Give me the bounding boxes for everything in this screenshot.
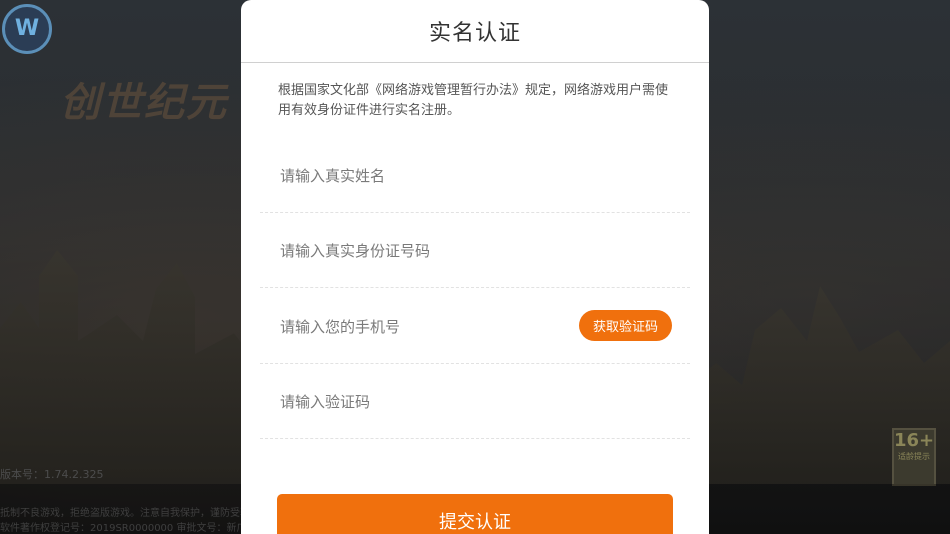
age-rating-value: 16+	[894, 430, 935, 451]
app-logo-icon[interactable]: W	[2, 4, 52, 54]
code-field	[260, 363, 690, 440]
get-code-button[interactable]: 获取验证码	[578, 310, 672, 341]
verification-code-input[interactable]	[278, 363, 562, 440]
real-name-auth-dialog: 实名认证 根据国家文化部《网络游戏管理暂行办法》规定，网络游戏用户需使用有效身份…	[241, 0, 709, 534]
notice-text: 根据国家文化部《网络游戏管理暂行办法》规定，网络游戏用户需使用有效身份证件进行实…	[278, 83, 669, 118]
id-number-input[interactable]	[278, 212, 562, 289]
game-logo: 创世纪元	[60, 80, 228, 126]
submit-auth-button[interactable]: 提交认证	[277, 494, 673, 534]
phone-number-input[interactable]	[278, 288, 562, 365]
age-rating-badge: 16+ 适龄提示	[892, 428, 936, 486]
id-field	[260, 212, 690, 289]
dialog-title: 实名认证	[241, 0, 709, 63]
name-field	[260, 137, 690, 214]
real-name-input[interactable]	[278, 137, 562, 214]
version-label: 版本号：1.74.2.325	[0, 468, 104, 481]
phone-field: 获取验证码	[260, 288, 690, 365]
age-rating-sub: 适龄提示	[898, 452, 930, 461]
